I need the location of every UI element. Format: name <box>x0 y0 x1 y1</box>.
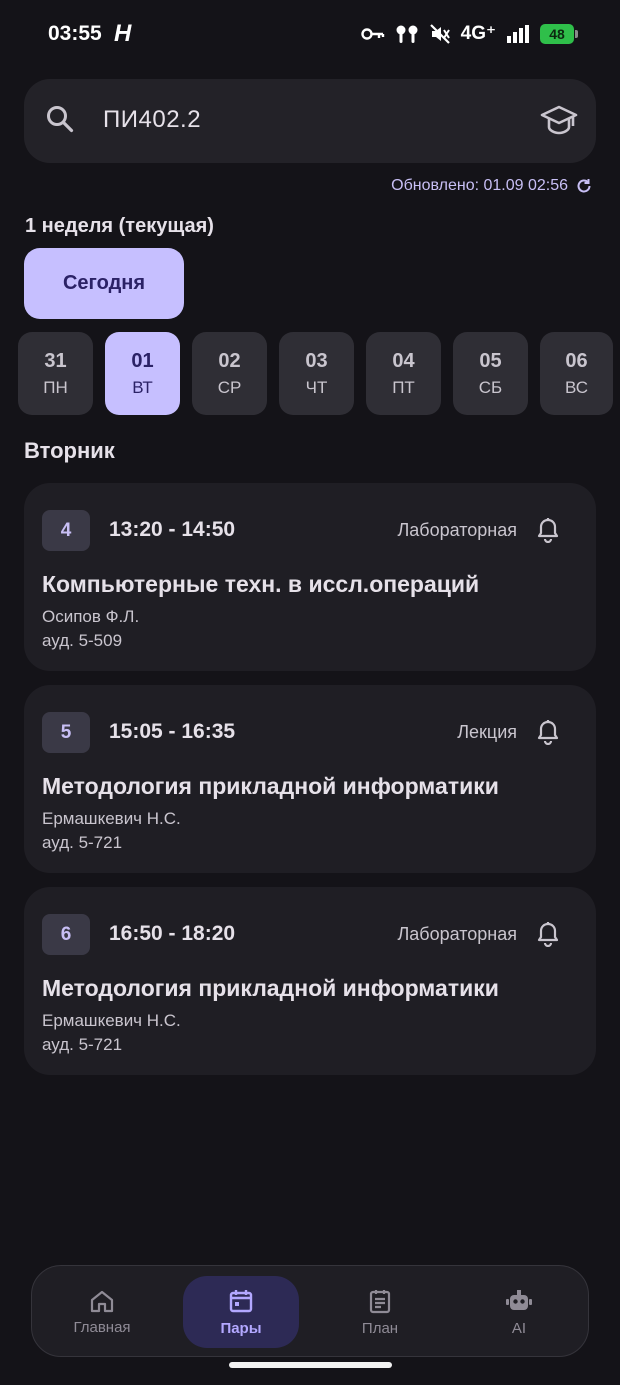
status-icons: 4G⁺ 48 <box>360 22 578 45</box>
pair-number: 4 <box>42 510 90 551</box>
day-chip-06[interactable]: 06 ВС <box>540 332 613 415</box>
day-weekday: СР <box>217 377 242 397</box>
subject-name: Методология прикладной информатики <box>42 975 499 1001</box>
day-chip-04[interactable]: 04 ПТ <box>366 332 441 415</box>
plan-icon <box>369 1289 391 1313</box>
bottom-nav: Главная Пары План AI <box>31 1265 589 1357</box>
nav-label: Пары <box>220 1319 262 1337</box>
nav-pairs[interactable]: Пары <box>183 1276 299 1348</box>
pair-number: 5 <box>42 712 90 753</box>
pair-time: 16:50 - 18:20 <box>109 922 236 945</box>
room-label: ауд. 5-721 <box>42 1035 123 1054</box>
calendar-icon <box>229 1289 253 1312</box>
today-button[interactable]: Сегодня <box>24 248 184 319</box>
bell-icon[interactable] <box>536 719 560 745</box>
refresh-icon[interactable] <box>576 178 592 194</box>
nav-label: План <box>361 1319 399 1337</box>
pair-type: Лекция <box>457 722 517 742</box>
day-weekday: ПТ <box>392 377 415 397</box>
teacher-name: Ермашкевич Н.С. <box>42 809 181 828</box>
pair-time: 13:20 - 14:50 <box>109 518 236 541</box>
pair-time: 15:05 - 16:35 <box>109 720 236 743</box>
search-bar[interactable]: ПИ402.2 <box>24 79 596 163</box>
room-label: ауд. 5-509 <box>42 631 123 650</box>
room-label: ауд. 5-721 <box>42 833 123 852</box>
subject-name: Методология прикладной информатики <box>42 773 499 799</box>
day-chip-31[interactable]: 31 ПН <box>18 332 93 415</box>
home-icon <box>90 1290 114 1312</box>
pair-number: 6 <box>42 914 90 955</box>
day-chip-01[interactable]: 01 ВТ <box>105 332 180 415</box>
nav-ai[interactable]: AI <box>461 1276 577 1348</box>
updated-info: Обновлено: 01.09 02:56 <box>391 177 592 195</box>
pair-type: Лабораторная <box>397 520 517 540</box>
updated-text: Обновлено: 01.09 02:56 <box>391 177 568 194</box>
pair-type: Лабораторная <box>397 924 517 944</box>
week-title: 1 неделя (текущая) <box>25 215 214 237</box>
day-title: Вторник <box>24 438 115 463</box>
day-chip-05[interactable]: 05 СБ <box>453 332 528 415</box>
key-icon <box>360 27 384 40</box>
robot-icon <box>506 1289 532 1310</box>
nav-home[interactable]: Главная <box>44 1276 160 1348</box>
lesson-card[interactable]: 5 15:05 - 16:35 Лекция Методология прикл… <box>24 685 596 873</box>
lesson-card[interactable]: 4 13:20 - 14:50 Лабораторная Компьютерны… <box>24 483 596 671</box>
day-weekday: ПН <box>43 377 68 397</box>
day-weekday: ЧТ <box>305 377 328 397</box>
subject-name: Компьютерные техн. в иссл.операций <box>42 571 480 597</box>
battery-icon: 48 <box>540 23 578 44</box>
mute-icon <box>429 23 450 44</box>
day-chip-02[interactable]: 02 СР <box>192 332 267 415</box>
day-number: 05 <box>479 349 502 372</box>
graduation-cap-icon[interactable] <box>540 103 578 137</box>
day-weekday: СБ <box>478 377 503 397</box>
lesson-card[interactable]: 6 16:50 - 18:20 Лабораторная Методология… <box>24 887 596 1075</box>
bell-icon[interactable] <box>536 517 560 543</box>
search-input[interactable]: ПИ402.2 <box>103 106 201 134</box>
teacher-name: Осипов Ф.Л. <box>42 607 140 626</box>
day-number: 02 <box>218 349 241 372</box>
nav-label: AI <box>511 1319 527 1337</box>
day-number: 01 <box>131 349 154 372</box>
day-number: 06 <box>565 349 588 372</box>
nav-label: Главная <box>73 1318 131 1336</box>
day-weekday: ВТ <box>132 377 153 397</box>
earbuds-icon <box>396 25 418 43</box>
signal-icon <box>507 24 529 43</box>
teacher-name: Ермашкевич Н.С. <box>42 1011 181 1030</box>
network-label: 4G⁺ <box>460 23 496 44</box>
notification-h-icon: H <box>114 20 132 47</box>
day-number: 31 <box>44 349 67 372</box>
status-bar: 03:55 H 4G⁺ 48 <box>0 0 620 72</box>
day-selector: 31 ПН 01 ВТ 02 СР 03 ЧТ 04 ПТ 05 СБ 06 ВС <box>18 332 613 415</box>
nav-plan[interactable]: План <box>322 1276 438 1348</box>
battery-level: 48 <box>549 25 565 42</box>
bell-icon[interactable] <box>536 921 560 947</box>
home-indicator[interactable] <box>229 1362 392 1368</box>
day-number: 04 <box>392 349 415 372</box>
search-icon[interactable] <box>44 103 76 135</box>
day-number: 03 <box>305 349 328 372</box>
status-time: 03:55 <box>48 22 102 45</box>
day-weekday: ВС <box>564 377 589 397</box>
day-chip-03[interactable]: 03 ЧТ <box>279 332 354 415</box>
